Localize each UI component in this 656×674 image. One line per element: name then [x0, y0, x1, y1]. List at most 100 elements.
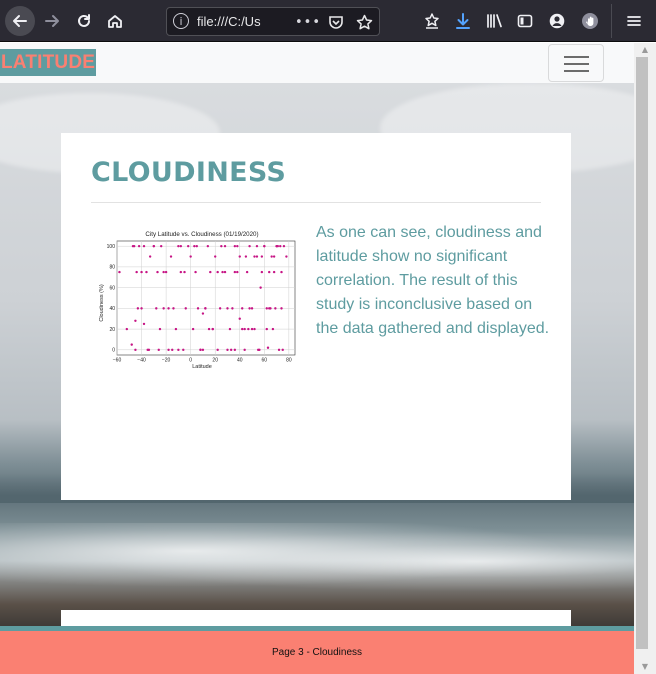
data-point	[199, 348, 202, 352]
data-point	[276, 244, 280, 248]
data-point	[280, 307, 283, 310]
library-icon[interactable]	[480, 7, 508, 35]
brand-logo-link[interactable]: LATITUDE	[0, 49, 97, 76]
data-point	[162, 307, 165, 310]
data-point	[228, 327, 232, 331]
data-point	[271, 327, 275, 331]
data-point	[145, 270, 148, 274]
bookmark-star-icon[interactable]	[353, 11, 375, 33]
page-scrollbar[interactable]: ▲ ▼	[634, 43, 656, 674]
content-card: CLOUDINESS City Latitude vs. Cloudiness …	[61, 133, 571, 500]
data-point	[146, 348, 149, 352]
title-divider	[91, 202, 541, 203]
y-tick-label: 80	[109, 265, 115, 271]
pocket-icon[interactable]	[325, 11, 347, 33]
extension-icon[interactable]	[576, 7, 604, 35]
y-tick-label: 20	[109, 327, 115, 333]
back-arrow-icon[interactable]	[5, 6, 35, 36]
description-text: As one can see, cloudiness and latitude …	[316, 224, 550, 337]
data-point	[206, 244, 210, 248]
data-point	[272, 255, 276, 258]
data-point	[281, 348, 284, 352]
data-point	[158, 327, 162, 331]
account-icon[interactable]	[543, 7, 571, 35]
y-tick-label: 0	[112, 348, 115, 354]
data-point	[241, 307, 244, 310]
data-point	[265, 307, 268, 310]
data-point	[136, 307, 140, 310]
data-point	[201, 312, 205, 315]
scroll-up-arrow-icon[interactable]: ▲	[634, 43, 656, 57]
data-point	[255, 244, 259, 248]
url-text[interactable]: file:///C:/Us	[197, 14, 277, 30]
data-point	[183, 270, 186, 274]
data-point	[256, 348, 260, 352]
data-point	[156, 270, 159, 274]
data-point	[266, 346, 270, 349]
data-point	[236, 270, 239, 274]
data-point	[247, 327, 250, 331]
data-point	[221, 270, 224, 274]
x-tick-label: 60	[262, 358, 268, 364]
x-tick-label: 40	[237, 358, 243, 364]
data-point	[253, 327, 256, 331]
data-point	[209, 270, 212, 274]
data-point	[218, 307, 222, 310]
more-dots-icon[interactable]: •••	[295, 11, 320, 33]
scroll-down-arrow-icon[interactable]: ▼	[634, 660, 656, 674]
data-point	[236, 244, 239, 248]
data-point	[140, 270, 143, 274]
sidebar-icon[interactable]	[511, 7, 539, 35]
forward-arrow-icon[interactable]	[38, 7, 66, 35]
site-footer: Page 3 - Cloudiness	[0, 631, 634, 674]
data-point	[135, 270, 138, 274]
data-point	[169, 255, 173, 258]
home-icon[interactable]	[101, 7, 129, 35]
data-point	[177, 244, 180, 248]
data-point	[157, 348, 160, 352]
data-point	[140, 307, 143, 310]
y-tick-label: 60	[109, 285, 115, 291]
x-tick-label: −20	[162, 358, 171, 364]
data-point	[243, 327, 246, 331]
data-point	[134, 319, 137, 322]
hamburger-menu-icon[interactable]	[548, 44, 604, 82]
info-icon[interactable]: i	[173, 13, 189, 29]
data-point	[223, 270, 227, 274]
reload-icon[interactable]	[70, 7, 98, 35]
data-point	[131, 244, 135, 248]
browser-toolbar: i file:///C:/Us •••	[0, 0, 656, 42]
page-viewport: LATITUDE CLOUDINESS City Latitude vs. Cl…	[0, 43, 634, 674]
data-point	[189, 255, 192, 258]
data-point	[216, 270, 219, 274]
data-point	[159, 244, 163, 248]
data-point	[245, 270, 249, 274]
x-tick-label: −60	[113, 358, 122, 364]
wave-foam	[0, 523, 634, 593]
data-point	[137, 244, 141, 248]
chart-svg: City Latitude vs. Cloudiness (01/19/2020…	[99, 231, 296, 370]
data-point	[201, 348, 205, 352]
x-tick-label: 80	[286, 358, 292, 364]
download-icon[interactable]	[449, 7, 477, 35]
page-title: CLOUDINESS	[91, 157, 287, 188]
data-point	[216, 348, 219, 352]
menu-icon[interactable]	[620, 7, 648, 35]
data-point	[148, 255, 152, 258]
data-point	[155, 307, 158, 310]
data-point	[194, 270, 197, 274]
data-point	[172, 307, 175, 310]
chart-title: City Latitude vs. Cloudiness (01/19/2020…	[145, 231, 258, 238]
data-point	[142, 244, 146, 248]
url-bar[interactable]: i file:///C:/Us •••	[166, 7, 380, 36]
data-point	[260, 270, 264, 274]
data-point	[272, 270, 276, 274]
y-tick-label: 100	[107, 244, 116, 250]
data-point	[248, 307, 251, 310]
chart-grid	[116, 240, 296, 356]
scroll-thumb[interactable]	[636, 57, 648, 649]
data-point	[229, 348, 233, 352]
reading-list-icon[interactable]	[418, 7, 446, 35]
toolbar-separator	[611, 4, 612, 38]
data-point	[238, 317, 241, 320]
